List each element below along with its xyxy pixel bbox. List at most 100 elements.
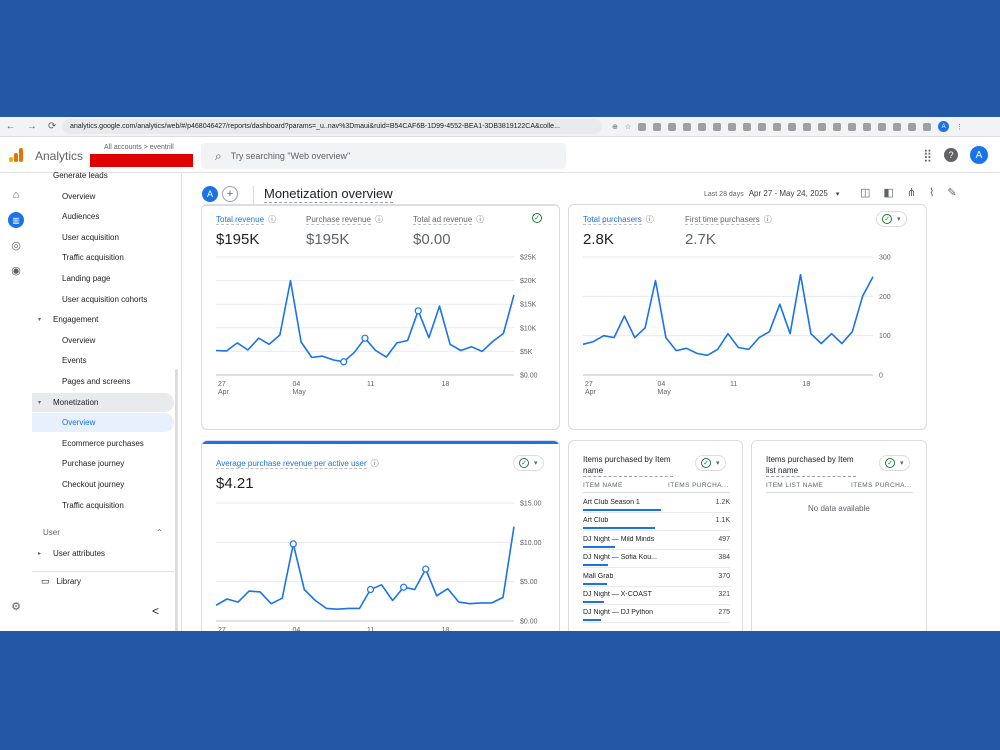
sidebar-item[interactable]: Events: [32, 351, 174, 370]
advertising-icon[interactable]: ◉: [8, 262, 24, 278]
extension-icon[interactable]: [818, 122, 827, 131]
sidebar-item[interactable]: Overview: [32, 331, 174, 350]
reload-icon[interactable]: ⟳: [48, 121, 56, 132]
info-icon: ⓘ: [763, 215, 772, 224]
status-dropdown[interactable]: ✓ ▾: [879, 455, 910, 471]
table-row[interactable]: DJ Night — Sofia Kou... 384: [583, 550, 730, 569]
account-breadcrumb[interactable]: All accounts > eventrill: [104, 144, 174, 151]
extension-icon[interactable]: [728, 122, 737, 131]
status-dropdown[interactable]: ✓ ▾: [876, 211, 907, 227]
metric-total-ad-revenue[interactable]: Total ad revenue ⓘ $0.00: [413, 209, 484, 248]
extension-icon[interactable]: [713, 122, 722, 131]
analytics-logo-icon[interactable]: [9, 148, 23, 162]
extension-icon[interactable]: [668, 122, 677, 131]
sidebar-item[interactable]: Generate leads: [32, 166, 174, 185]
check-circle-icon[interactable]: ✓: [532, 213, 542, 223]
extension-icon[interactable]: [788, 122, 797, 131]
browser-profile-avatar[interactable]: A: [938, 121, 950, 132]
metric-purchase-revenue[interactable]: Purchase revenue ⓘ $195K: [306, 209, 383, 248]
sidebar-item[interactable]: Overview: [32, 413, 174, 433]
extension-icon[interactable]: [908, 122, 917, 131]
caret-down-icon: ▾: [38, 399, 42, 406]
extension-icon[interactable]: [743, 122, 752, 131]
metric-first-time-purchasers[interactable]: First time purchasers ⓘ 2.7K: [685, 209, 772, 248]
sidebar-item[interactable]: User acquisition: [32, 228, 174, 247]
extension-icon[interactable]: [923, 122, 932, 131]
collapse-sidebar-button[interactable]: <: [152, 604, 159, 618]
sidebar-item[interactable]: Traffic acquisition: [32, 496, 174, 515]
sidebar-item[interactable]: Pages and screens: [32, 372, 174, 391]
column-header-item-list-name[interactable]: ITEM LIST NAME: [766, 482, 823, 489]
comparison-chip[interactable]: A: [202, 186, 218, 202]
extension-icon[interactable]: [863, 122, 872, 131]
date-range-picker[interactable]: Last 28 days Apr 27 - May 24, 2025 ▾: [704, 189, 839, 198]
extension-icon[interactable]: [773, 122, 782, 131]
y-tick-label: $15K: [520, 302, 537, 309]
edit-comparisons-icon[interactable]: ◫: [860, 186, 870, 199]
extension-icon[interactable]: [803, 122, 812, 131]
column-header-items-purchased[interactable]: ITEMS PURCHA...: [668, 482, 729, 489]
sidebar-item[interactable]: Landing page: [32, 269, 174, 288]
table-row[interactable]: Mall Grab 370: [583, 569, 730, 587]
left-rail: ⌂ ▥ ◎ ◉ ⚙: [0, 174, 32, 631]
sidebar-item[interactable]: Ecommerce purchases: [32, 434, 174, 453]
sidebar-item[interactable]: User acquisition cohorts: [32, 290, 174, 309]
info-icon: ⓘ: [476, 215, 485, 224]
reports-icon[interactable]: ▥: [8, 212, 24, 228]
sidebar-item[interactable]: Checkout journey: [32, 475, 174, 494]
address-bar[interactable]: analytics.google.com/analytics/web/#/p46…: [62, 119, 602, 134]
forward-icon[interactable]: →: [27, 121, 37, 132]
status-dropdown[interactable]: ✓ ▾: [695, 455, 726, 471]
share-icon[interactable]: ⋔: [907, 186, 916, 199]
sidebar-item-user-attributes[interactable]: ▸ User attributes: [32, 544, 174, 563]
sidebar-item-label: User acquisition: [62, 232, 119, 242]
sidebar-item-label: Overview: [62, 191, 96, 201]
explore-icon[interactable]: ◎: [8, 237, 24, 253]
column-header-item-name[interactable]: ITEM NAME: [583, 482, 623, 489]
info-icon: ⓘ: [374, 215, 383, 224]
zoom-icon[interactable]: ⊕: [612, 123, 618, 131]
extension-icon[interactable]: [758, 122, 767, 131]
sidebar-scrollbar[interactable]: [175, 369, 178, 631]
browser-menu-icon[interactable]: ⋮: [956, 123, 963, 131]
extension-icon[interactable]: [848, 122, 857, 131]
column-header-items-purchased[interactable]: ITEMS PURCHA...: [851, 482, 912, 489]
sidebar-item[interactable]: Audiences: [32, 207, 174, 226]
settings-gear-icon[interactable]: ⚙: [8, 598, 24, 614]
table-row[interactable]: DJ Night — X-COAST 321: [583, 587, 730, 605]
home-icon[interactable]: ⌂: [8, 187, 24, 203]
date-range-label: Last 28 days: [704, 191, 744, 198]
help-icon[interactable]: ?: [944, 148, 958, 162]
table-row[interactable]: Art Club Season 1 1.2K: [583, 495, 730, 513]
status-dropdown[interactable]: ✓ ▾: [513, 455, 544, 471]
extension-icon[interactable]: [653, 122, 662, 131]
metric-total-revenue[interactable]: Total revenue ⓘ $195K: [216, 209, 276, 248]
extension-icon[interactable]: [893, 122, 902, 131]
sidebar-item-library[interactable]: ▭ Library: [32, 571, 174, 590]
metric-total-purchasers[interactable]: Total purchasers ⓘ 2.8K: [583, 209, 654, 248]
sidebar-item[interactable]: ▾ Engagement: [32, 310, 174, 329]
search-bar[interactable]: ⌕ Try searching "Web overview": [201, 143, 566, 169]
table-row[interactable]: DJ Night — DJ Python 275: [583, 605, 730, 624]
extension-icon[interactable]: [878, 122, 887, 131]
star-icon[interactable]: ☆: [625, 123, 631, 131]
sidebar-section-user[interactable]: User ⌃: [32, 523, 174, 542]
compare-icon[interactable]: ◧: [883, 186, 893, 199]
extension-icon[interactable]: [683, 122, 692, 131]
metric-arpu[interactable]: Average purchase revenue per active user…: [216, 453, 379, 492]
pencil-icon[interactable]: ✎: [947, 186, 956, 199]
sidebar-item[interactable]: ▾ Monetization: [32, 392, 174, 412]
insights-icon[interactable]: ⌇: [929, 186, 934, 199]
add-comparison-button[interactable]: +: [222, 186, 238, 202]
user-avatar[interactable]: A: [970, 146, 988, 164]
extension-icon[interactable]: [638, 122, 647, 131]
back-icon[interactable]: ←: [6, 121, 16, 132]
extension-icon[interactable]: [698, 122, 707, 131]
table-row[interactable]: DJ Night — Mild Minds 497: [583, 532, 730, 550]
table-row[interactable]: Art Club 1.1K: [583, 513, 730, 532]
sidebar-item[interactable]: Overview: [32, 187, 174, 206]
extension-icon[interactable]: [833, 122, 842, 131]
sidebar-item[interactable]: Traffic acquisition: [32, 248, 174, 267]
sidebar-item[interactable]: Purchase journey: [32, 454, 174, 473]
apps-grid-icon[interactable]: ⣿: [923, 148, 932, 162]
